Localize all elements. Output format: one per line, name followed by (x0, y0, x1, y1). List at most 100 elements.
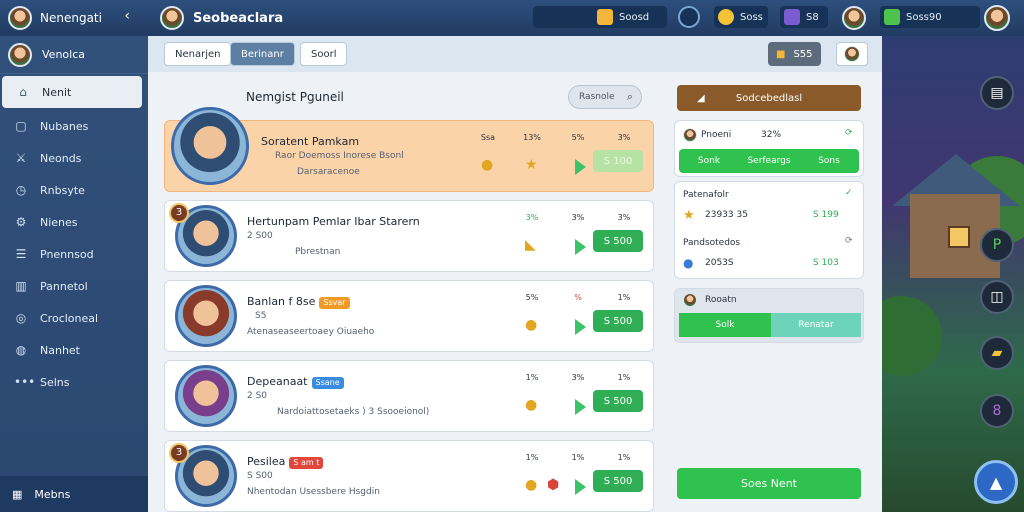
sidebar-item-label: Rnbsyte (40, 183, 85, 197)
user-avatar-button[interactable] (836, 42, 868, 66)
coin-resource[interactable]: Soss (714, 6, 768, 28)
record-label-1: Patenafolr (683, 190, 729, 200)
player-card[interactable]: Banlan f 8se Ssvar S5 Atenaseaseertoaey O… (164, 280, 654, 352)
buy-button[interactable]: S 500 (593, 230, 643, 252)
featured-offer-button[interactable]: ◢ Sodcebedlasl (677, 85, 861, 111)
coin-item-icon: ● (481, 157, 494, 173)
player-desc: Pbrestnan (295, 247, 341, 257)
list-title: Nemgist Pguneil (246, 90, 344, 104)
friend-avatar[interactable] (842, 6, 866, 30)
sidebar-avatar (8, 42, 32, 67)
header-avatar (160, 6, 184, 30)
play-icon[interactable] (575, 479, 586, 495)
player-name: Hertunpam Pemlar Ibar Starern (247, 215, 420, 228)
user-avatar[interactable] (8, 6, 32, 30)
eight-icon[interactable]: 8 (980, 394, 1014, 428)
map-icon[interactable]: ◫ (980, 280, 1014, 314)
player-portrait (175, 285, 237, 347)
book-icon[interactable]: ▤ (980, 76, 1014, 110)
player-level: S5 (255, 311, 267, 321)
stat-2: 1% (617, 293, 631, 302)
coin-item-icon: ● (525, 317, 538, 333)
refresh-icon[interactable]: ⟳ (845, 236, 853, 246)
player-card[interactable]: 3 Pesilea S am t S S00 Nhentodan Usessber… (164, 440, 654, 512)
play-icon[interactable] (575, 239, 586, 255)
player-tag: Ssvar (319, 297, 350, 309)
tree (882, 296, 942, 376)
book-icon: ▥ (15, 279, 27, 293)
player-card-featured[interactable]: Soratent Pamkam Raor Doemoss Inorese Bso… (164, 107, 654, 192)
coin-item-icon: ● (525, 477, 538, 493)
refresh-icon[interactable]: ⟳ (845, 128, 853, 138)
panel-toggle: Rooatn Solk Renatar (674, 288, 864, 343)
player-desc: Atenaseaseertoaey Oiuaeho (247, 327, 375, 337)
player-name-text: Banlan f 8se (247, 295, 316, 308)
sidebar-item-3[interactable]: ◷ Rnbsyte (0, 174, 148, 206)
segment-1[interactable]: Serfeargs (739, 149, 799, 173)
confirm-button[interactable]: Soes Nent (677, 468, 861, 499)
energy-resource[interactable]: Soss90 (880, 6, 980, 28)
stat-2: 1% (617, 373, 631, 382)
collapse-icon[interactable]: ‹ (124, 8, 130, 24)
segment-0[interactable]: Sonk (679, 149, 739, 173)
play-icon[interactable] (575, 399, 586, 415)
player-level: 2 S0 (247, 391, 268, 401)
profile-avatar[interactable] (984, 5, 1010, 31)
sidebar-item-5[interactable]: ☰ Pnennsod (0, 238, 148, 270)
sword-icon: ⚔ (15, 151, 27, 165)
sidebar-item-2[interactable]: ⚔ Neonds (0, 142, 148, 174)
tab-2[interactable]: Soorl (300, 42, 348, 66)
buy-button[interactable]: S 500 (593, 470, 643, 492)
search-input[interactable]: Rasnole ⌕ (568, 85, 642, 109)
cursor-icon[interactable]: ▲ (974, 460, 1018, 504)
sidebar-item-1[interactable]: ▢ Nubanes (0, 110, 148, 142)
record-value-2: 2053S (705, 258, 734, 268)
panel-title: Rooatn (705, 295, 737, 305)
p-icon[interactable]: P (980, 228, 1014, 262)
compass-icon[interactable] (678, 6, 700, 28)
sidebar-item-9[interactable]: ••• Selns (0, 366, 148, 398)
stat-0: 1% (525, 373, 539, 382)
player-level: S S00 (247, 471, 273, 481)
rank-badge: 3 (169, 203, 189, 223)
shield-icon: ⬢ (547, 477, 560, 493)
player-name: Depeanaat Ssane (247, 375, 344, 389)
sidebar-bottom-menu[interactable]: ▦ Mebns (0, 476, 148, 512)
toggle-left[interactable]: Solk (679, 313, 771, 337)
player-card[interactable]: 3 Hertunpam Pemlar Ibar Starern 2 S00 Pb… (164, 200, 654, 272)
toggle-right[interactable]: Renatar (771, 313, 861, 337)
brand: Nenengati ‹ (0, 0, 148, 36)
gem-icon (597, 9, 613, 25)
panel-title: Pnoeni (701, 130, 732, 140)
gem-resource[interactable]: Soosd (533, 6, 667, 28)
buy-button[interactable]: S 500 (593, 390, 643, 412)
crystal-resource[interactable]: S8 (780, 6, 828, 28)
clock-icon: ◷ (15, 183, 27, 197)
play-icon[interactable] (575, 159, 586, 175)
tab-1[interactable]: Berinanr (230, 42, 295, 66)
tab-0[interactable]: Nenarjen (164, 42, 232, 66)
buy-button[interactable]: S 500 (593, 310, 643, 332)
sidebar-item-6[interactable]: ▥ Pannetol (0, 270, 148, 302)
sidebar-item-0[interactable]: ⌂ Nenit (2, 76, 142, 108)
rank-badge: 3 (169, 443, 189, 463)
arrow-icon: ◢ (697, 92, 705, 104)
panel-percent: 32% (761, 130, 782, 140)
buy-button[interactable]: S 100 (593, 150, 643, 172)
sidebar-profile[interactable]: Venolca (0, 36, 148, 74)
sidebar-bottom-label: Mebns (34, 487, 71, 501)
sidebar-item-4[interactable]: ⚙ Nienes (0, 206, 148, 238)
play-icon[interactable] (575, 319, 586, 335)
sidebar-item-7[interactable]: ◎ Crocloneal (0, 302, 148, 334)
sidebar-item-label: Nanhet (40, 343, 80, 357)
folder-icon[interactable]: ▰ (980, 336, 1014, 370)
player-portrait (175, 365, 237, 427)
sidebar-item-label: Crocloneal (40, 311, 99, 325)
player-card[interactable]: Depeanaat Ssane 2 S0 Nardoiattosetaeks ) … (164, 360, 654, 432)
sidebar-item-8[interactable]: ◍ Nanhet (0, 334, 148, 366)
stat-2: 1% (617, 453, 631, 462)
player-tag: Ssane (311, 377, 344, 389)
player-desc: Darsaracenoe (297, 167, 360, 177)
stat-0: Ssa (480, 133, 496, 142)
segment-2[interactable]: Sons (799, 149, 859, 173)
